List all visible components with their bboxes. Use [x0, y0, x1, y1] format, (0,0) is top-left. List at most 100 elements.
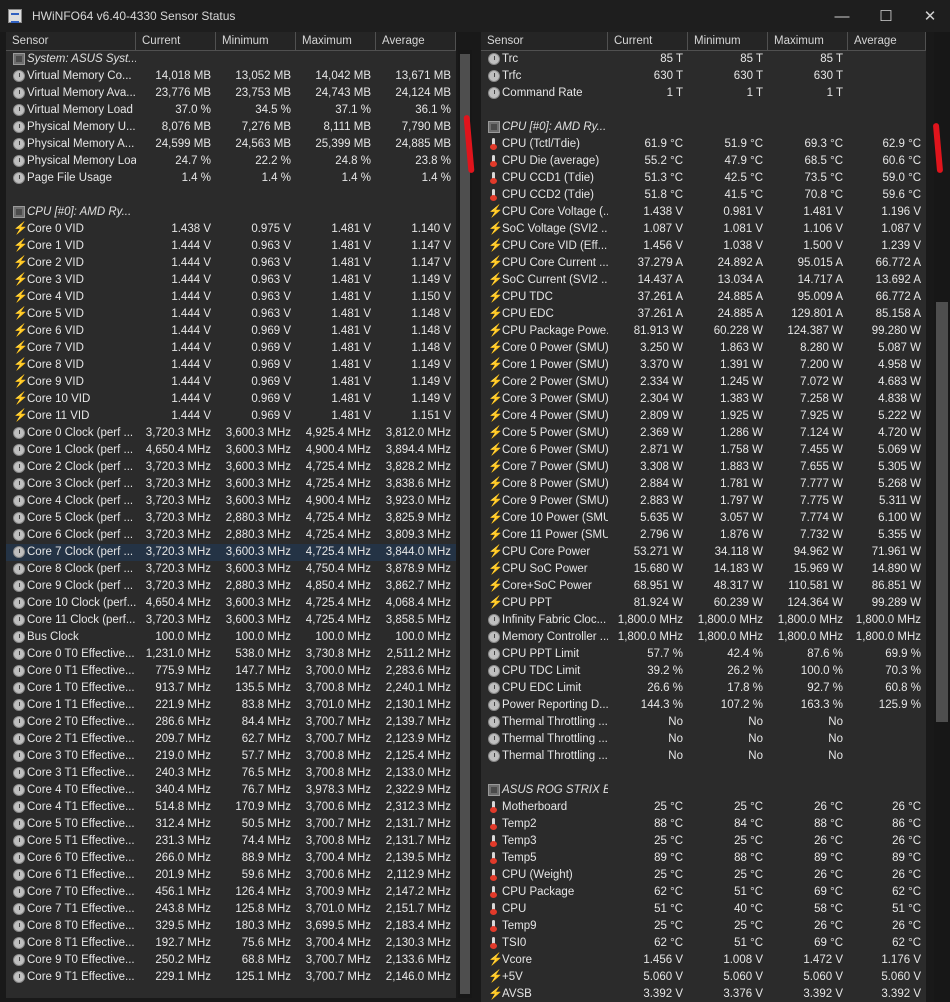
sensor-row[interactable]: Core 7 T1 Effective... 243.8 MHz 125.8 MHz…: [6, 901, 456, 918]
sensor-row[interactable]: CPU EDC 37.261 A 24.885 A 129.801 A 85.158 A: [481, 306, 926, 323]
sensor-row[interactable]: Core 4 T0 Effective... 340.4 MHz 76.7 MHz 3…: [6, 782, 456, 799]
sensor-row[interactable]: Core 4 Power (SMU) 2.809 W 1.925 W 7.925 W 5…: [481, 408, 926, 425]
sensor-row[interactable]: Core 5 T1 Effective... 231.3 MHz 74.4 MHz 3…: [6, 833, 456, 850]
sensor-row[interactable]: Core 0 VID 1.438 V 0.975 V 1.481 V 1.140 V: [6, 221, 456, 238]
sensor-row[interactable]: Core 3 Clock (perf ... 3,720.3 MHz 3,600.3…: [6, 476, 456, 493]
left-scrollbar[interactable]: [458, 50, 472, 998]
column-header-minimum[interactable]: Minimum: [216, 32, 296, 50]
sensor-row[interactable]: Core 11 Power (SMU) 2.796 W 1.876 W 7.732 W…: [481, 527, 926, 544]
sensor-row[interactable]: Core 7 Power (SMU) 3.308 W 1.883 W 7.655 W 5…: [481, 459, 926, 476]
sensor-row[interactable]: Core 1 T0 Effective... 913.7 MHz 135.5 MHz…: [6, 680, 456, 697]
sensor-row[interactable]: Temp9 25 °C 25 °C 26 °C 26 °C: [481, 918, 926, 935]
sensor-row[interactable]: Core 6 T0 Effective... 266.0 MHz 88.9 MHz 3…: [6, 850, 456, 867]
sensor-row[interactable]: Page File Usage 1.4 % 1.4 % 1.4 % 1.4 %: [6, 170, 456, 187]
right-scrollbar-thumb[interactable]: [936, 302, 948, 722]
sensor-row[interactable]: Core 7 VID 1.444 V 0.969 V 1.481 V 1.148 V: [6, 340, 456, 357]
sensor-row[interactable]: Vcore 1.456 V 1.008 V 1.472 V 1.176 V: [481, 952, 926, 969]
sensor-row[interactable]: CPU Package Powe... 81.913 W 60.228 W 124.3…: [481, 323, 926, 340]
sensor-row[interactable]: Core 8 Power (SMU) 2.884 W 1.781 W 7.777 W 5…: [481, 476, 926, 493]
sensor-row[interactable]: Core 0 T1 Effective... 775.9 MHz 147.7 MHz…: [6, 663, 456, 680]
sensor-row[interactable]: Core 4 VID 1.444 V 0.963 V 1.481 V 1.150 V: [6, 289, 456, 306]
column-header-sensor[interactable]: Sensor: [6, 32, 136, 50]
sensor-row[interactable]: CPU Core VID (Eff... 1.456 V 1.038 V 1.500 …: [481, 238, 926, 255]
sensor-row[interactable]: Core 8 T1 Effective... 192.7 MHz 75.6 MHz 3…: [6, 935, 456, 952]
sensor-row[interactable]: Core 9 Clock (perf ... 3,720.3 MHz 2,880.3…: [6, 578, 456, 595]
close-button[interactable]: ✕: [910, 4, 950, 28]
sensor-row[interactable]: Core 1 Power (SMU) 3.370 W 1.391 W 7.200 W 4…: [481, 357, 926, 374]
sensor-row[interactable]: Bus Clock 100.0 MHz 100.0 MHz 100.0 MHz 100.…: [6, 629, 456, 646]
sensor-row[interactable]: Core 3 VID 1.444 V 0.963 V 1.481 V 1.149 V: [6, 272, 456, 289]
sensor-row[interactable]: Infinity Fabric Cloc... 1,800.0 MHz 1,800.…: [481, 612, 926, 629]
sensor-row[interactable]: Core 2 VID 1.444 V 0.963 V 1.481 V 1.147 V: [6, 255, 456, 272]
sensor-row[interactable]: Core 8 VID 1.444 V 0.969 V 1.481 V 1.149 V: [6, 357, 456, 374]
sensor-row[interactable]: Core 9 VID 1.444 V 0.969 V 1.481 V 1.149 V: [6, 374, 456, 391]
sensor-row[interactable]: Core 9 Power (SMU) 2.883 W 1.797 W 7.775 W 5…: [481, 493, 926, 510]
sensor-row[interactable]: CPU (Weight) 25 °C 25 °C 26 °C 26 °C: [481, 867, 926, 884]
sensor-row[interactable]: Physical Memory Load 24.7 % 22.2 % 24.8 % 23…: [6, 153, 456, 170]
column-header-current[interactable]: Current: [608, 32, 688, 50]
right-scrollbar[interactable]: [934, 32, 950, 1002]
sensor-row[interactable]: Core 9 T1 Effective... 229.1 MHz 125.1 MHz…: [6, 969, 456, 986]
sensor-row[interactable]: Core 6 VID 1.444 V 0.969 V 1.481 V 1.148 V: [6, 323, 456, 340]
sensor-row[interactable]: SoC Current (SVI2 ... 14.437 A 13.034 A 14.…: [481, 272, 926, 289]
sensor-row[interactable]: Thermal Throttling ... No No No: [481, 714, 926, 731]
sensor-group-row[interactable]: ASUS ROG STRIX B...: [481, 782, 926, 799]
sensor-row[interactable]: Trc 85 T 85 T 85 T: [481, 51, 926, 68]
sensor-row[interactable]: Core 3 T1 Effective... 240.3 MHz 76.5 MHz 3…: [6, 765, 456, 782]
sensor-row[interactable]: CPU 51 °C 40 °C 58 °C 51 °C: [481, 901, 926, 918]
sensor-row[interactable]: CPU CCD2 (Tdie) 51.8 °C 41.5 °C 70.8 °C 59.6…: [481, 187, 926, 204]
maximize-button[interactable]: ☐: [866, 4, 906, 28]
column-header-average[interactable]: Average: [848, 32, 926, 50]
sensor-row[interactable]: Motherboard 25 °C 25 °C 26 °C 26 °C: [481, 799, 926, 816]
sensor-row[interactable]: Core 6 Clock (perf ... 3,720.3 MHz 2,880.3…: [6, 527, 456, 544]
sensor-row[interactable]: CPU TDC Limit 39.2 % 26.2 % 100.0 % 70.3 %: [481, 663, 926, 680]
sensor-row[interactable]: SoC Voltage (SVI2 ... 1.087 V 1.081 V 1.106…: [481, 221, 926, 238]
sensor-row[interactable]: CPU Package 62 °C 51 °C 69 °C 62 °C: [481, 884, 926, 901]
sensor-row[interactable]: Core 1 VID 1.444 V 0.963 V 1.481 V 1.147 V: [6, 238, 456, 255]
sensor-row[interactable]: Temp3 25 °C 25 °C 26 °C 26 °C: [481, 833, 926, 850]
sensor-row[interactable]: Power Reporting D... 144.3 % 107.2 % 163.3 …: [481, 697, 926, 714]
sensor-group-row[interactable]: CPU [#0]: AMD Ry...: [6, 204, 456, 221]
column-header-current[interactable]: Current: [136, 32, 216, 50]
sensor-row[interactable]: Core+SoC Power 68.951 W 48.317 W 110.581 W 8…: [481, 578, 926, 595]
sensor-row[interactable]: CPU Die (average) 55.2 °C 47.9 °C 68.5 °C 60…: [481, 153, 926, 170]
sensor-row[interactable]: Core 6 Power (SMU) 2.871 W 1.758 W 7.455 W 5…: [481, 442, 926, 459]
sensor-row[interactable]: Temp2 88 °C 84 °C 88 °C 86 °C: [481, 816, 926, 833]
sensor-row[interactable]: Core 7 T0 Effective... 456.1 MHz 126.4 MHz…: [6, 884, 456, 901]
sensor-row[interactable]: CPU Core Current ... 37.279 A 24.892 A 95.0…: [481, 255, 926, 272]
sensor-group-row[interactable]: System: ASUS Syst...: [6, 51, 456, 68]
sensor-row[interactable]: CPU (Tctl/Tdie) 61.9 °C 51.9 °C 69.3 °C 62.9…: [481, 136, 926, 153]
sensor-row[interactable]: AVSB 3.392 V 3.376 V 3.392 V 3.392 V: [481, 986, 926, 1002]
column-header-maximum[interactable]: Maximum: [296, 32, 376, 50]
sensor-row[interactable]: Core 1 T1 Effective... 221.9 MHz 83.8 MHz 3…: [6, 697, 456, 714]
sensor-row[interactable]: Virtual Memory Load 37.0 % 34.5 % 37.1 % 36.…: [6, 102, 456, 119]
sensor-row[interactable]: Core 6 T1 Effective... 201.9 MHz 59.6 MHz 3…: [6, 867, 456, 884]
sensor-row[interactable]: Core 7 Clock (perf ... 3,720.3 MHz 3,600.3…: [6, 544, 456, 561]
column-header-minimum[interactable]: Minimum: [688, 32, 768, 50]
column-header-maximum[interactable]: Maximum: [768, 32, 848, 50]
column-header-sensor[interactable]: Sensor: [481, 32, 608, 50]
sensor-row[interactable]: Trfc 630 T 630 T 630 T: [481, 68, 926, 85]
sensor-row[interactable]: Core 5 T0 Effective... 312.4 MHz 50.5 MHz 3…: [6, 816, 456, 833]
sensor-row[interactable]: Core 1 Clock (perf ... 4,650.4 MHz 3,600.3…: [6, 442, 456, 459]
sensor-group-row[interactable]: CPU [#0]: AMD Ry...: [481, 119, 926, 136]
sensor-row[interactable]: CPU Core Power 53.271 W 34.118 W 94.962 W 71…: [481, 544, 926, 561]
sensor-row[interactable]: Virtual Memory Co... 14,018 MB 13,052 MB 14…: [6, 68, 456, 85]
sensor-row[interactable]: Core 0 T0 Effective... 1,231.0 MHz 538.0 M…: [6, 646, 456, 663]
left-scrollbar-thumb[interactable]: [460, 54, 470, 994]
sensor-row[interactable]: Core 4 T1 Effective... 514.8 MHz 170.9 MHz…: [6, 799, 456, 816]
sensor-row[interactable]: Core 2 Clock (perf ... 3,720.3 MHz 3,600.3…: [6, 459, 456, 476]
sensor-row[interactable]: Core 8 Clock (perf ... 3,720.3 MHz 3,600.3…: [6, 561, 456, 578]
sensor-row[interactable]: Core 11 Clock (perf... 3,720.3 MHz 3,600.3…: [6, 612, 456, 629]
sensor-row[interactable]: CPU Core Voltage (... 1.438 V 0.981 V 1.481…: [481, 204, 926, 221]
sensor-row[interactable]: Core 2 T1 Effective... 209.7 MHz 62.7 MHz 3…: [6, 731, 456, 748]
sensor-row[interactable]: Temp5 89 °C 88 °C 89 °C 89 °C: [481, 850, 926, 867]
sensor-row[interactable]: Core 2 T0 Effective... 286.6 MHz 84.4 MHz 3…: [6, 714, 456, 731]
sensor-row[interactable]: Core 10 Power (SMU) 5.635 W 3.057 W 7.774 W…: [481, 510, 926, 527]
sensor-row[interactable]: CPU SoC Power 15.680 W 14.183 W 15.969 W 14.…: [481, 561, 926, 578]
sensor-row[interactable]: Virtual Memory Ava... 23,776 MB 23,753 MB 2…: [6, 85, 456, 102]
sensor-row[interactable]: CPU TDC 37.261 A 24.885 A 95.009 A 66.772 A: [481, 289, 926, 306]
sensor-row[interactable]: CPU EDC Limit 26.6 % 17.8 % 92.7 % 60.8 %: [481, 680, 926, 697]
column-header-average[interactable]: Average: [376, 32, 456, 50]
sensor-row[interactable]: Core 10 VID 1.444 V 0.969 V 1.481 V 1.149 V: [6, 391, 456, 408]
